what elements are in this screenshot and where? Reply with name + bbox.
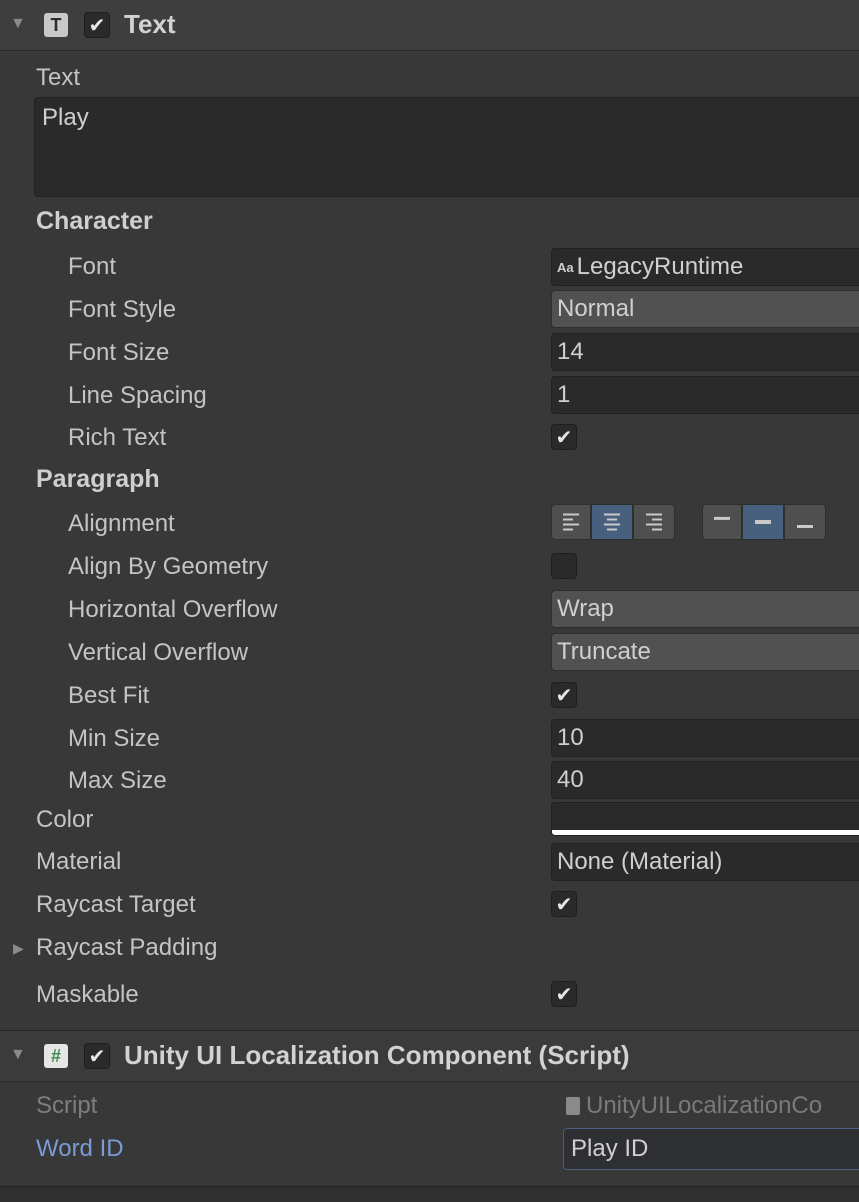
min-size-field[interactable]: 10 <box>551 719 859 757</box>
align-right-button[interactable] <box>633 504 675 540</box>
font-size-field[interactable]: 14 <box>551 333 859 371</box>
paragraph-section-header: Paragraph <box>36 465 160 493</box>
material-label: Material <box>36 848 122 875</box>
raycast-padding-fold-icon[interactable]: ▶ <box>13 940 24 957</box>
align-left-button[interactable] <box>551 504 591 540</box>
align-by-geometry-label: Align By Geometry <box>68 553 269 580</box>
max-size-label: Max Size <box>68 767 167 794</box>
script-file-icon <box>566 1097 580 1115</box>
min-size-label: Min Size <box>68 725 161 752</box>
maskable-checkbox[interactable]: ✔ <box>551 981 577 1007</box>
localization-component-title: Unity UI Localization Component (Script) <box>124 1040 630 1070</box>
text-area-value: Play <box>42 104 89 131</box>
font-label: Font <box>68 253 117 280</box>
raycast-target-label: Raycast Target <box>36 891 196 918</box>
localization-enabled-checkbox[interactable]: ✔ <box>84 1043 110 1069</box>
align-by-geometry-checkbox[interactable] <box>551 553 577 579</box>
align-bottom-icon <box>797 522 813 531</box>
script-label: Script <box>36 1092 98 1119</box>
color-label: Color <box>36 806 94 833</box>
align-left-icon <box>563 511 579 534</box>
align-center-button[interactable] <box>591 504 633 540</box>
script-component-icon: # <box>44 1044 68 1068</box>
text-component-title: Text <box>124 9 176 39</box>
vertical-overflow-dropdown[interactable]: Truncate <box>551 633 859 671</box>
material-object-field[interactable]: None (Material) <box>551 843 859 881</box>
localization-component-header[interactable]: ▼ # ✔ Unity UI Localization Component (S… <box>0 1031 859 1082</box>
align-middle-button[interactable] <box>742 504 784 540</box>
font-asset-icon: Aa <box>557 260 574 275</box>
line-spacing-label: Line Spacing <box>68 382 207 409</box>
rich-text-label: Rich Text <box>68 424 167 451</box>
script-value: UnityUILocalizationCo <box>586 1092 823 1119</box>
vertical-overflow-label: Vertical Overflow <box>68 639 249 666</box>
text-component-header[interactable]: ▼ T ✔ Text <box>0 0 859 51</box>
font-style-label: Font Style <box>68 296 177 323</box>
raycast-target-checkbox[interactable]: ✔ <box>551 891 577 917</box>
align-middle-icon <box>755 517 771 527</box>
font-value: LegacyRuntime <box>576 253 744 280</box>
font-style-dropdown[interactable]: Normal <box>551 290 859 328</box>
horizontal-overflow-label: Horizontal Overflow <box>68 596 278 623</box>
align-center-icon <box>604 511 620 534</box>
bottom-divider <box>0 1186 859 1202</box>
character-section-header: Character <box>36 207 153 235</box>
align-right-icon <box>646 511 662 534</box>
text-area[interactable]: Play <box>34 97 859 197</box>
word-id-field[interactable]: Play ID <box>563 1128 859 1170</box>
align-bottom-button[interactable] <box>784 504 826 540</box>
best-fit-label: Best Fit <box>68 682 150 709</box>
raycast-padding-label[interactable]: Raycast Padding <box>36 932 217 964</box>
script-object-field: UnityUILocalizationCo <box>566 1088 859 1124</box>
maskable-label: Maskable <box>36 981 139 1008</box>
best-fit-checkbox[interactable]: ✔ <box>551 682 577 708</box>
localization-fold-arrow-icon[interactable]: ▼ <box>10 1046 26 1064</box>
text-component-enabled-checkbox[interactable]: ✔ <box>84 12 110 38</box>
align-top-icon <box>714 514 730 523</box>
alignment-label: Alignment <box>68 510 175 537</box>
line-spacing-field[interactable]: 1 <box>551 376 859 414</box>
text-component-icon: T <box>44 13 68 37</box>
word-id-label: Word ID <box>36 1135 124 1162</box>
font-size-label: Font Size <box>68 339 170 366</box>
fold-arrow-icon[interactable]: ▼ <box>10 15 26 33</box>
max-size-field[interactable]: 40 <box>551 761 859 799</box>
align-top-button[interactable] <box>702 504 742 540</box>
text-label: Text <box>36 64 81 91</box>
color-swatch-bar <box>552 830 859 835</box>
horizontal-overflow-dropdown[interactable]: Wrap <box>551 590 859 628</box>
font-object-field[interactable]: Aa LegacyRuntime <box>551 248 859 286</box>
rich-text-checkbox[interactable]: ✔ <box>551 424 577 450</box>
color-field[interactable] <box>551 802 859 836</box>
